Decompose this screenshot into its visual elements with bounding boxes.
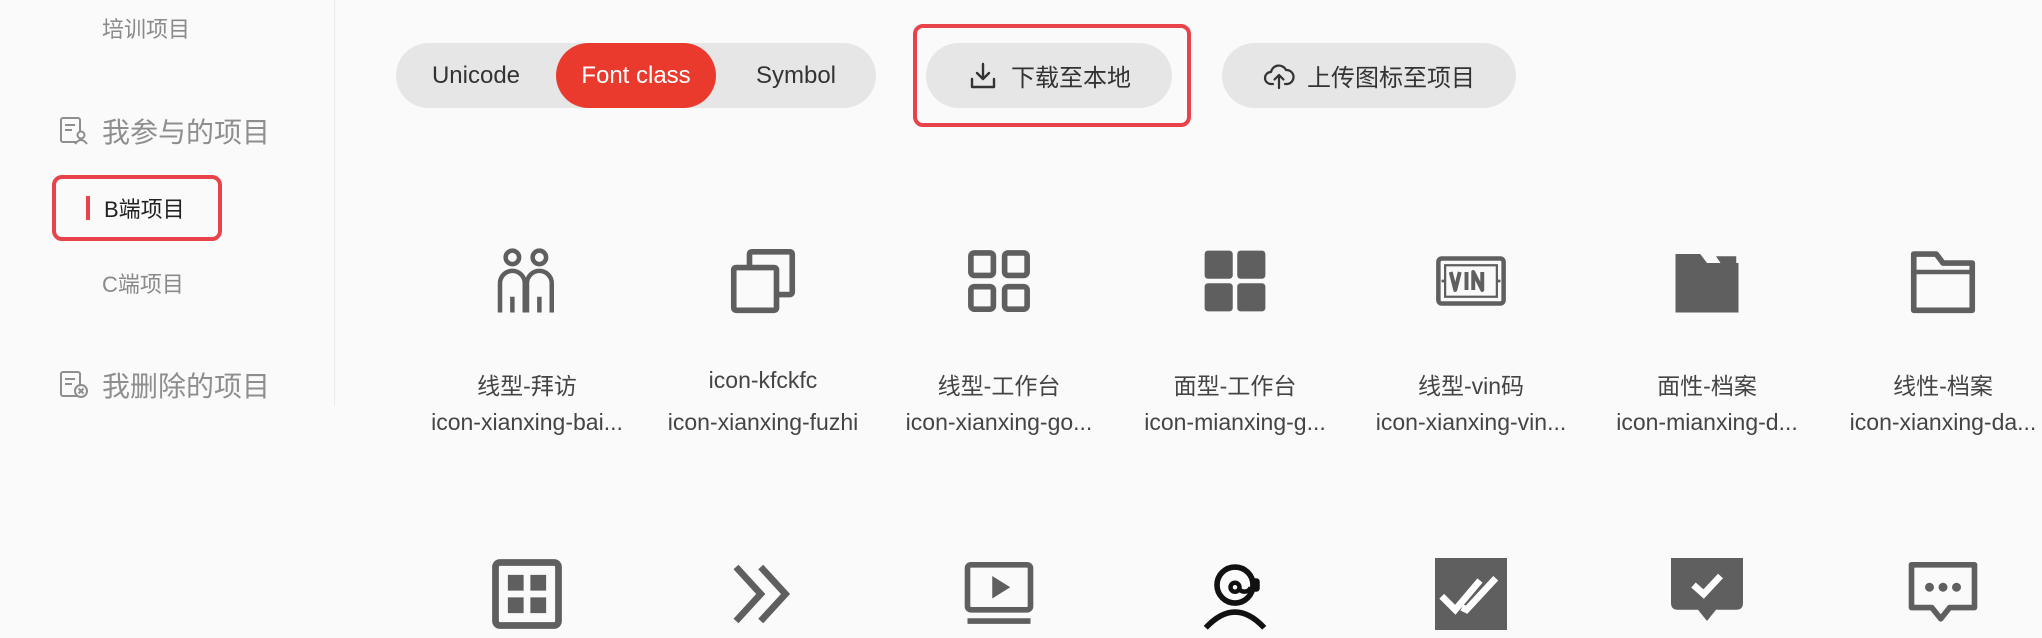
sidebar-group-deleted-label: 我删除的项目 <box>102 371 271 402</box>
sidebar-item-c-project[interactable]: C端项目 <box>102 267 184 299</box>
double-check-icon <box>1435 558 1507 630</box>
chat-dots-icon <box>1908 561 1978 622</box>
icon-code: icon-mianxing-g... <box>1144 409 1326 435</box>
sidebar-item-b-project-label: B端项目 <box>104 197 185 222</box>
double-chevron-right-icon <box>733 564 791 624</box>
participated-projects-icon <box>60 117 88 145</box>
project-sidebar: 培训项目 我参与的项目 B端项目 C端项目 我删除的项目 <box>0 0 335 406</box>
workbench-outline-icon <box>968 250 1030 312</box>
upload-button[interactable]: 上传图标至项目 <box>1222 43 1516 108</box>
video-play-icon <box>964 561 1034 624</box>
deleted-projects-icon <box>60 371 88 398</box>
tab-font-class[interactable]: Font class <box>556 43 716 108</box>
download-icon <box>970 62 996 88</box>
people-visit-icon <box>497 248 554 313</box>
check-message-icon <box>1671 558 1743 621</box>
vin-code-icon <box>1436 256 1506 306</box>
download-button[interactable]: 下载至本地 <box>926 43 1172 108</box>
workbench-filled-icon <box>1204 250 1266 312</box>
icon-name: icon-kfckfc <box>708 367 818 393</box>
upload-label: 上传图标至项目 <box>1307 65 1475 92</box>
tab-unicode[interactable]: Unicode <box>396 43 556 108</box>
sidebar-group-participated[interactable]: 我参与的项目 <box>58 111 270 151</box>
sidebar-item-training[interactable]: 培训项目 <box>102 12 190 44</box>
folder-outline-icon <box>1910 251 1976 314</box>
download-label: 下载至本地 <box>1011 65 1131 92</box>
icon-code: icon-xianxing-bai... <box>431 409 623 435</box>
icon-code: icon-xianxing-vin... <box>1375 409 1567 435</box>
icon-name: 线型-vin码 <box>1417 373 1525 399</box>
icon-name: 线型-拜访 <box>477 373 577 399</box>
sidebar-group-deleted[interactable]: 我删除的项目 <box>58 365 270 405</box>
sidebar-group-participated-label: 我参与的项目 <box>102 117 271 148</box>
icon-code: icon-xianxing-fuzhi <box>667 409 859 435</box>
icon-name: 面型-工作台 <box>1173 373 1297 399</box>
tab-symbol[interactable]: Symbol <box>716 43 876 108</box>
icon-code: icon-xianxing-da... <box>1849 409 2037 435</box>
code-format-tabs: Unicode Font class Symbol <box>396 43 876 108</box>
icon-code: icon-xianxing-go... <box>905 409 1093 435</box>
copy-icon <box>730 248 796 314</box>
active-indicator <box>86 196 90 220</box>
cloud-upload-icon <box>1263 63 1295 89</box>
grid-box-icon <box>492 559 562 629</box>
icon-name: 线性-档案 <box>1893 373 1993 399</box>
folder-filled-icon <box>1675 254 1739 313</box>
icon-name: 面性-档案 <box>1657 373 1757 399</box>
sidebar-item-b-project[interactable]: B端项目 <box>52 175 222 241</box>
icon-name: 线型-工作台 <box>937 373 1061 399</box>
customer-service-icon <box>1203 564 1267 630</box>
icon-code: icon-mianxing-d... <box>1616 409 1798 435</box>
